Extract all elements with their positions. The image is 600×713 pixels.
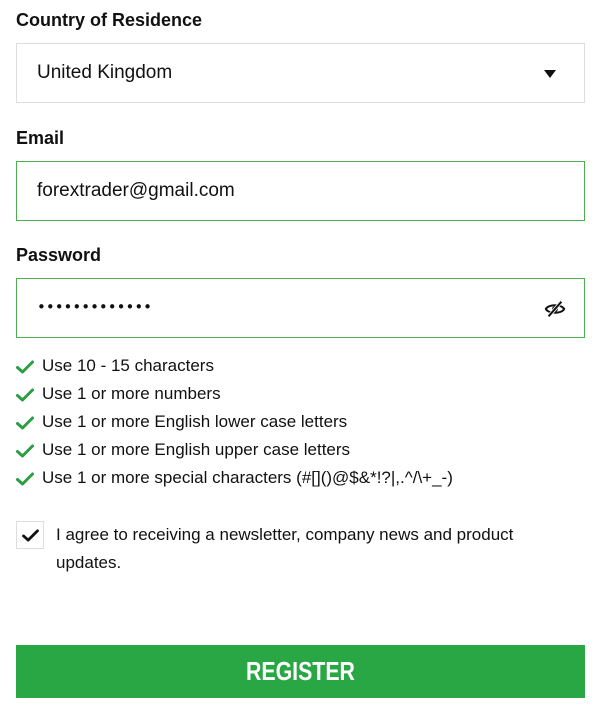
country-select[interactable]: United Kingdom	[16, 43, 585, 103]
password-rule: Use 10 - 15 characters	[16, 352, 453, 380]
password-rules-list: Use 10 - 15 characters Use 1 or more num…	[16, 352, 453, 492]
newsletter-checkbox[interactable]	[16, 521, 44, 549]
password-label: Password	[16, 245, 102, 265]
register-button-label: REGISTER	[245, 656, 355, 686]
password-rule-text: Use 10 - 15 characters	[42, 356, 214, 375]
password-rule: Use 1 or more English upper case letters	[16, 436, 453, 464]
email-label: Email	[16, 128, 65, 148]
password-field[interactable]: •••••••••••••	[16, 278, 585, 338]
checkmark-icon	[16, 471, 34, 486]
country-label: Country of Residence	[16, 10, 203, 30]
chevron-down-icon[interactable]	[544, 70, 556, 78]
password-rule-text: Use 1 or more English lower case letters	[42, 412, 348, 431]
checkmark-icon	[16, 415, 34, 430]
password-rule: Use 1 or more special characters (#[]()@…	[16, 464, 453, 492]
password-rule: Use 1 or more numbers	[16, 380, 453, 408]
eye-slash-icon[interactable]	[544, 298, 566, 320]
newsletter-consent-label: I agree to receiving a newsletter, compa…	[56, 525, 514, 572]
register-button[interactable]: REGISTER	[16, 645, 585, 698]
checkmark-icon	[16, 387, 34, 402]
email-field-value: forextrader@gmail.com	[37, 180, 235, 201]
password-rule-text: Use 1 or more English upper case letters	[42, 440, 351, 459]
password-rule-text: Use 1 or more special characters (#[]()@…	[42, 468, 453, 487]
password-field-value: •••••••••••••	[37, 298, 153, 316]
password-rule: Use 1 or more English lower case letters	[16, 408, 453, 436]
checkmark-icon	[16, 359, 34, 374]
checkmark-icon	[21, 528, 39, 542]
password-rule-text: Use 1 or more numbers	[42, 384, 221, 403]
newsletter-consent: I agree to receiving a newsletter, compa…	[16, 521, 585, 577]
checkmark-icon	[16, 443, 34, 458]
country-select-value: United Kingdom	[37, 62, 173, 83]
email-field[interactable]: forextrader@gmail.com	[16, 161, 585, 221]
